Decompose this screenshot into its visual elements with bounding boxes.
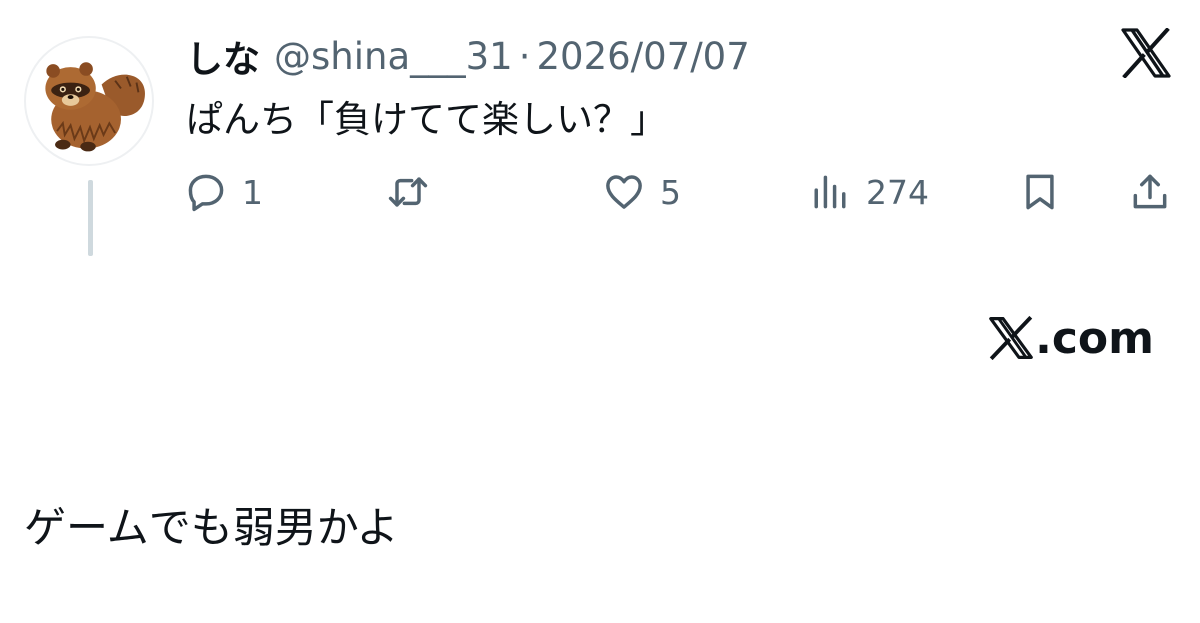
user-handle[interactable]: @shina___31	[274, 35, 513, 78]
like-button[interactable]: 5	[602, 166, 681, 218]
tanuki-avatar-icon	[45, 62, 145, 152]
bookmark-button[interactable]	[1018, 166, 1062, 218]
share-button[interactable]	[1128, 166, 1172, 218]
share-icon	[1133, 174, 1167, 209]
avatar[interactable]	[24, 36, 154, 166]
tweet-date[interactable]: 2026/07/07	[536, 35, 749, 78]
display-name[interactable]: しな	[186, 29, 260, 83]
reply-icon	[188, 174, 224, 212]
views-count: 274	[866, 172, 929, 212]
bookmark-icon	[1026, 174, 1054, 210]
retweet-icon	[388, 177, 428, 207]
x-logo-icon	[989, 316, 1033, 360]
x-logo-icon	[1120, 28, 1172, 78]
views-button[interactable]: 274	[808, 166, 929, 218]
x-com-text: .com	[1035, 312, 1154, 364]
views-icon	[814, 175, 846, 209]
tweet-header: しな @shina___31 · 2026/07/07	[186, 30, 750, 82]
x-com-watermark: .com	[987, 308, 1154, 368]
header-separator: ·	[518, 34, 531, 78]
tweet-text: ぱんち「負けてて楽しい？」	[186, 98, 667, 141]
retweet-button[interactable]	[386, 166, 444, 218]
like-count: 5	[660, 172, 681, 212]
heart-icon	[606, 175, 642, 209]
reply-count: 1	[242, 172, 263, 212]
thread-line	[88, 180, 93, 256]
reply-button[interactable]: 1	[184, 166, 263, 218]
caption-text: ゲームでも弱男かよ	[24, 503, 399, 552]
